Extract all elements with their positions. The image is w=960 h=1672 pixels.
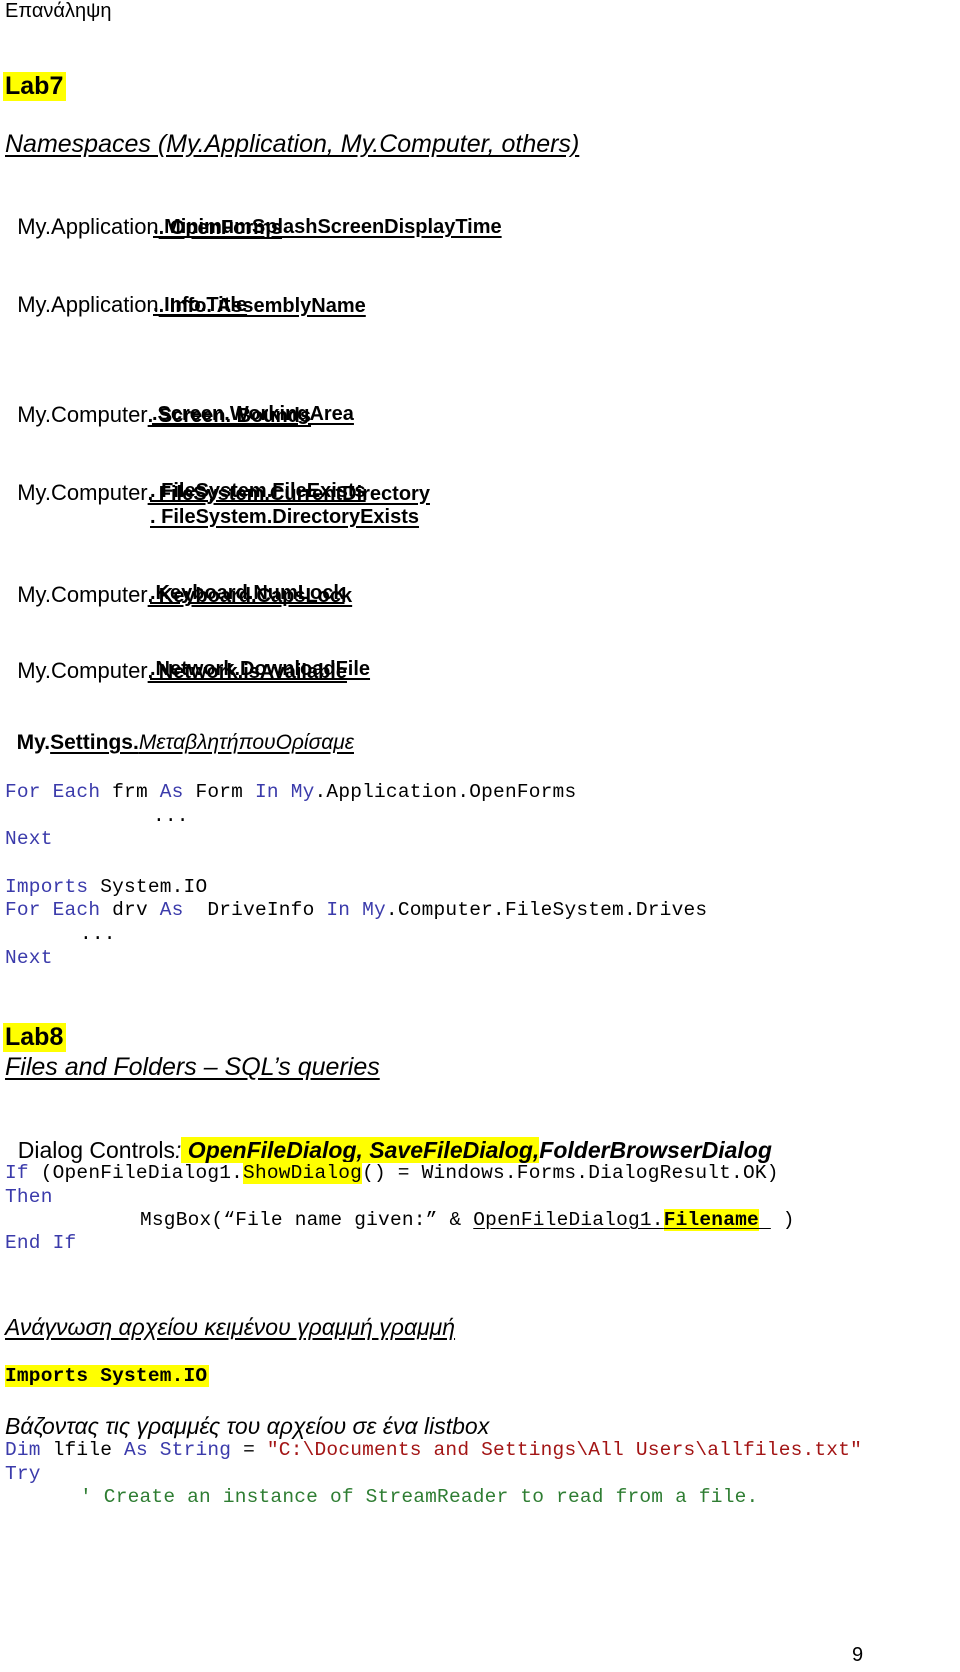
namespace-prefix: My.Application xyxy=(17,214,159,239)
code-text: DriveInfo xyxy=(183,899,327,921)
namespace-member: .Network.DownloadFile xyxy=(150,658,371,680)
code-text: frm xyxy=(100,781,160,803)
code-text: () = Windows.Forms.DialogResult.OK) xyxy=(362,1162,779,1184)
code-text: .Computer.FileSystem.Drives xyxy=(385,899,708,921)
code-text: (OpenFileDialog1. xyxy=(28,1162,244,1184)
lab7-title: Namespaces (My.Application, My.Computer,… xyxy=(5,130,580,158)
code-text: OpenFileDialog1. xyxy=(473,1209,664,1231)
code-keyword: As xyxy=(124,1439,148,1461)
code-line: For Each frm As Form In My.Application.O… xyxy=(5,781,576,803)
code-highlight: ShowDialog xyxy=(243,1162,363,1184)
code-keyword-end-if: End If xyxy=(5,1232,77,1254)
code-text: System.IO xyxy=(88,876,208,898)
dialog-controls-line: Dialog Controls: OpenFileDialog, SaveFil… xyxy=(5,1110,772,1164)
code-keyword: Dim xyxy=(5,1439,41,1461)
code-keyword-next: Next xyxy=(5,828,53,850)
namespace-prefix: My.Computer xyxy=(17,480,148,505)
code-keyword: Imports xyxy=(5,876,89,898)
code-underlined: OpenFileDialog1.Filename xyxy=(473,1209,771,1231)
code-ellipsis: ... xyxy=(153,805,189,827)
page-header: Επανάληψη xyxy=(5,0,112,22)
dialog-controls-label: Dialog Controls xyxy=(17,1137,176,1163)
namespace-member: .Screen.WorkingArea xyxy=(152,403,354,425)
namespace-prefix: My.Computer xyxy=(17,658,148,683)
settings-line: My.Settings.ΜεταβλητήπουΟρίσαμε xyxy=(5,707,354,755)
settings-member: Settings. xyxy=(50,731,139,754)
code-keyword-then: Then xyxy=(5,1186,53,1208)
namespace-member: .Keyboard.NumLock xyxy=(150,582,345,604)
lab7-label: Lab7 xyxy=(3,72,67,101)
read-file-title: Ανάγνωση αρχείου κειμένου γραμμή γραμμή xyxy=(5,1314,456,1340)
code-keyword: My xyxy=(362,899,386,921)
code-line: MsgBox(“File name given:” & OpenFileDial… xyxy=(140,1209,795,1231)
code-text: drv xyxy=(100,899,160,921)
code-keyword: For xyxy=(5,781,41,803)
code-string: "C:\Documents and Settings\All Users\all… xyxy=(266,1439,863,1461)
code-keyword-next: Next xyxy=(5,947,53,969)
code-keyword: As xyxy=(159,899,184,921)
namespace-member: . MinimumSplashScreenDisplayTime xyxy=(153,216,502,238)
code-text: lfile xyxy=(40,1439,125,1461)
code-text: .Application.OpenForms xyxy=(314,781,577,803)
imports-highlighted: Imports System.IO xyxy=(5,1365,210,1387)
code-keyword: In xyxy=(254,781,279,803)
namespace-prefix: My.Application xyxy=(17,292,159,317)
code-keyword: String xyxy=(159,1439,232,1461)
code-text: Form xyxy=(183,781,255,803)
code-line: For Each drv As DriveInfo In My.Computer… xyxy=(5,899,707,921)
code-ellipsis: ... xyxy=(80,923,116,945)
code-line: Imports System.IO xyxy=(5,876,207,898)
code-keyword: My xyxy=(290,781,315,803)
namespace-member: . FileSystem.DirectoryExists xyxy=(150,506,420,528)
code-keyword: For xyxy=(5,899,41,921)
dialog-controls-highlighted: OpenFileDialog, SaveFileDialog, xyxy=(181,1137,540,1163)
code-line: Dim lfile As String = "C:\Documents and … xyxy=(5,1439,862,1461)
code-text: ) xyxy=(770,1209,795,1231)
code-comment: ' Create an instance of StreamReader to … xyxy=(80,1486,759,1508)
dialog-controls-plain: FolderBrowserDialog xyxy=(539,1137,772,1163)
namespace-prefix: My.Computer xyxy=(17,402,148,427)
code-text: MsgBox(“File name given:” & xyxy=(140,1209,474,1231)
code-keyword: Each xyxy=(52,781,101,803)
code-keyword: If xyxy=(5,1162,29,1184)
lab8-title: Files and Folders – SQL’s queries xyxy=(5,1053,380,1081)
code-line: If (OpenFileDialog1.ShowDialog() = Windo… xyxy=(5,1162,779,1184)
namespace-prefix: My.Computer xyxy=(17,582,148,607)
page-number: 9 xyxy=(852,1644,864,1666)
code-keyword: As xyxy=(159,781,184,803)
listbox-title: Βάζοντας τις γραμμές του αρχείου σε ένα … xyxy=(5,1413,490,1439)
code-keyword: Each xyxy=(52,899,101,921)
settings-variable: ΜεταβλητήπουΟρίσαμε xyxy=(138,731,354,754)
code-keyword-try: Try xyxy=(5,1463,41,1485)
code-keyword: In xyxy=(326,899,351,921)
code-text: = xyxy=(231,1439,267,1461)
code-highlight: Filename xyxy=(663,1209,759,1231)
namespace-member: . Info.Title xyxy=(153,294,248,316)
lab8-label: Lab8 xyxy=(3,1023,67,1052)
namespace-member: . FileSystem.FileExists xyxy=(150,480,366,502)
settings-prefix: My. xyxy=(16,731,51,754)
